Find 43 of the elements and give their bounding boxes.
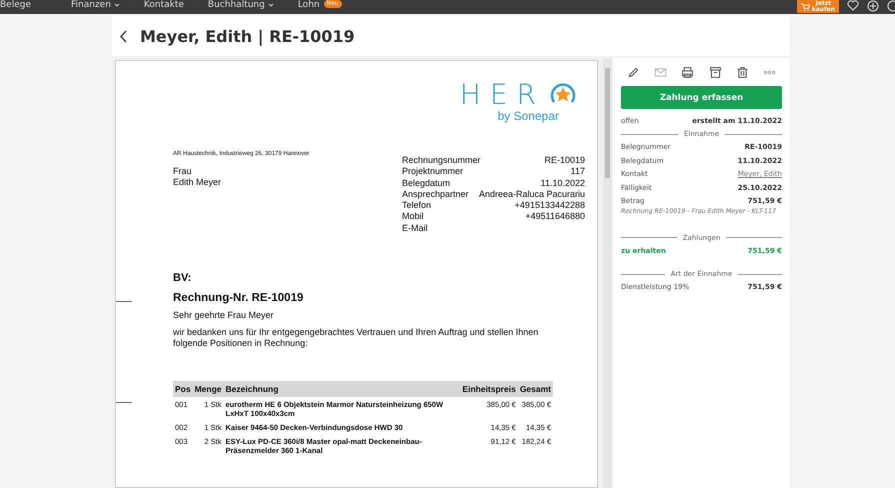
column-header: Gesamt [518, 381, 553, 398]
bv-label: BV: [173, 272, 192, 284]
info-value: Andreea-Raluca Pacurariu [478, 188, 585, 200]
column-header: Einheitspreis [460, 381, 518, 398]
info-label: Rechnungsnummer [402, 155, 481, 166]
recipient-line: Edith Meyer [173, 177, 222, 188]
column-header: Pos [173, 381, 193, 398]
logo-tagline: by Sonepar [498, 109, 559, 123]
plus-circle-icon[interactable] [867, 0, 879, 12]
column-header: Bezeichnung [224, 381, 460, 398]
info-value: RE-10019 [544, 155, 585, 166]
cart-icon [800, 2, 810, 10]
scrollbar-thumb[interactable] [605, 68, 610, 178]
info-label: Belegdatum [402, 178, 450, 189]
info-label: Mobil [402, 211, 424, 223]
info-label: E-Mail [402, 222, 428, 234]
nav-menu-item[interactable]: Finanzen [71, 0, 120, 10]
info-value: +4915133442288 [514, 200, 585, 212]
pencil-icon[interactable] [627, 66, 640, 79]
info-label: Telefon [402, 200, 432, 212]
info-value: 11.10.2022 [540, 178, 585, 189]
trash-icon[interactable] [736, 66, 749, 79]
chevron-down-icon [268, 3, 274, 7]
nav-menu-item[interactable]: Kontakte [144, 0, 184, 10]
nav-menu-item[interactable]: Buchhaltung [208, 0, 274, 10]
info-label: Projektnummer [402, 166, 464, 178]
salutation: Sehr geehrte Frau Meyer [173, 310, 275, 322]
fold-mark [116, 301, 132, 302]
column-header: Menge [192, 381, 224, 398]
printer-icon[interactable] [681, 66, 694, 79]
nav-menu-item[interactable]: Belege [0, 0, 31, 10]
company-logo: HER [460, 81, 577, 109]
recipient-line: Frau [173, 166, 193, 177]
fold-mark [116, 402, 132, 403]
info-label: Ansprechpartner [402, 188, 469, 200]
heart-icon[interactable] [847, 0, 859, 11]
page-title: Meyer, Edith | RE-10019 [140, 26, 355, 46]
info-value: 117 [570, 166, 585, 178]
intro-text: wir bedanken uns für Ihr entgegengebrachtes Vertrauen und Ihren Auftrag und stellen Ihnen folgende Positionen in Rechnung: [173, 327, 540, 350]
chevron-down-icon [114, 3, 120, 7]
invoice-heading: Rechnung-Nr. RE-10019 [173, 292, 304, 304]
info-value: +49511646880 [525, 211, 585, 223]
archive-box-icon[interactable] [708, 66, 722, 79]
